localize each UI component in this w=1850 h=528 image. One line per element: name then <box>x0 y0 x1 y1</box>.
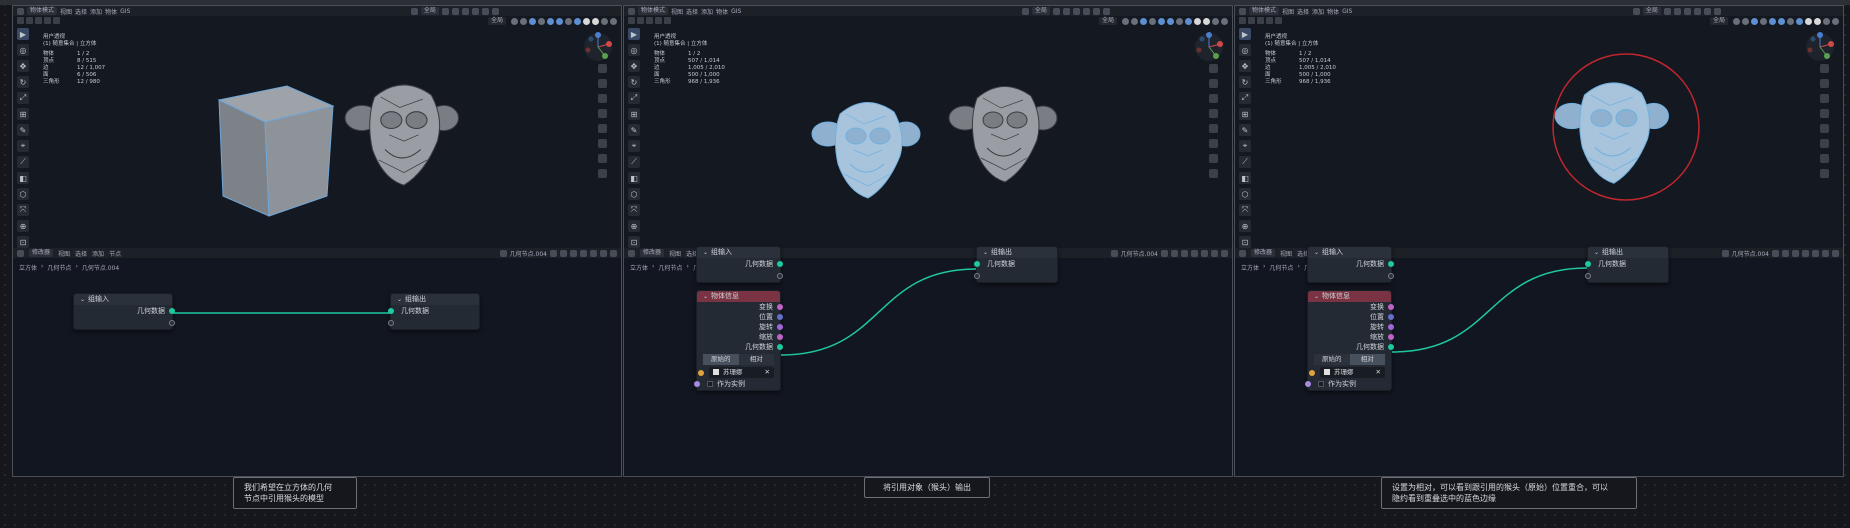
node-link[interactable] <box>1235 6 1835 406</box>
panel-2: 物体模式 视图 选择 添加 物体 GIS 全局 全局 ▶ ◎ ✥ ↻ ⤢ ⊞ ✎ ⌖ ⟋ ◧ ⬡ ⤧ ⊕ ⊡ 用户透视 (1)… <box>623 5 1233 477</box>
node-link[interactable] <box>624 6 1224 406</box>
caption-line: 将引用对象（猴头）输出 <box>883 483 971 492</box>
screenshot-root: { "panels": [ { "viewport": { "mode": "物… <box>0 0 1850 528</box>
caption-line: 隐约看到重叠选中的蓝色边缘 <box>1392 494 1496 503</box>
panel-3: 物体模式 视图 选择 添加 物体 GIS 全局 全局 ▶ ◎ ✥ ↻ ⤢ ⊞ ✎ ⌖ ⟋ ◧ ⬡ ⤧ ⊕ ⊡ 用户透视 (1)… <box>1234 5 1844 477</box>
caption-box-1: 我们希望在立方体的几何 节点中引用猴头的模型 <box>233 477 357 509</box>
caption-line: 设置为相对，可以看到跟引用的猴头（原始）位置重合，可以 <box>1392 483 1608 492</box>
panel-1: 物体模式 视图 选择 添加 物体 GIS 全局 全局 ▶ ◎ ✥ ↻ ⤢ ⊞ ✎ ⌖ ⟋ ◧ ⬡ ⤧ ⊕ ⊡ 用户透视 (1)… <box>12 5 622 477</box>
caption-box-2: 将引用对象（猴头）输出 <box>864 477 990 498</box>
caption-line: 我们希望在立方体的几何 <box>244 483 332 492</box>
node-link[interactable] <box>13 6 613 406</box>
caption-box-3: 设置为相对，可以看到跟引用的猴头（原始）位置重合，可以 隐约看到重叠选中的蓝色边缘 <box>1381 477 1637 509</box>
caption-line: 节点中引用猴头的模型 <box>244 494 324 503</box>
